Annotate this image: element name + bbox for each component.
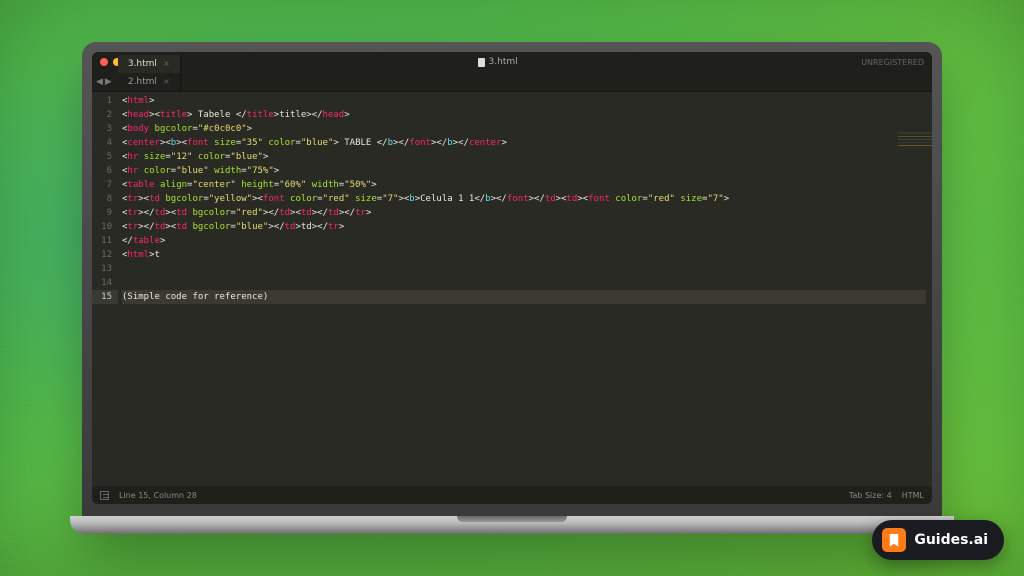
editor-screen: 3.html UNREGISTERED ◀ ▶ 3.html×2.html×1.… <box>92 52 932 504</box>
code-line[interactable]: </table> <box>122 234 926 248</box>
unregistered-badge: UNREGISTERED <box>861 58 924 67</box>
tab-nav: ◀ ▶ <box>96 77 112 87</box>
code-line[interactable]: <tr></td><td bgcolor="red"></td><td></td… <box>122 206 926 220</box>
nav-back-icon[interactable]: ◀ <box>96 77 103 87</box>
bookmark-icon <box>882 528 906 552</box>
code-line[interactable] <box>122 276 926 290</box>
code-line[interactable]: <head><title> Tabele </title>title></hea… <box>122 108 926 122</box>
language-mode[interactable]: HTML <box>902 491 924 500</box>
close-tab-icon[interactable]: × <box>163 59 170 68</box>
tab-label: 2.html <box>128 77 157 87</box>
editor-area[interactable]: 123456789101112131415 <html><head><title… <box>92 92 932 486</box>
code-line[interactable] <box>122 262 926 276</box>
status-bar: Line 15, Column 28 Tab Size: 4 HTML <box>92 486 932 504</box>
panel-icon[interactable] <box>100 491 109 500</box>
brand-badge[interactable]: Guides.ai <box>872 520 1004 560</box>
tab-label: 3.html <box>128 59 157 69</box>
cursor-position[interactable]: Line 15, Column 28 <box>119 491 197 500</box>
close-icon[interactable] <box>100 58 108 66</box>
code-line[interactable]: <body bgcolor="#c0c0c0"> <box>122 122 926 136</box>
code-line[interactable]: <hr size="12" color="blue"> <box>122 150 926 164</box>
code-line[interactable]: <tr></td><td bgcolor="blue"></td>td></tr… <box>122 220 926 234</box>
brand-label: Guides.ai <box>914 533 988 547</box>
close-tab-icon[interactable]: × <box>163 77 170 86</box>
code-line[interactable]: <tr><td bgcolor="yellow"><font color="re… <box>122 192 926 206</box>
code-line[interactable]: <center><b><font size="35" color="blue">… <box>122 136 926 150</box>
laptop-base <box>70 516 954 534</box>
screen-bezel: 3.html UNREGISTERED ◀ ▶ 3.html×2.html×1.… <box>82 42 942 516</box>
code-line[interactable]: (Simple code for reference) <box>122 290 926 304</box>
window-title: 3.html <box>140 57 855 67</box>
title-text: 3.html <box>489 57 518 67</box>
code-line[interactable]: <hr color="blue" width="75%"> <box>122 164 926 178</box>
window-titlebar: 3.html UNREGISTERED <box>92 52 932 72</box>
line-gutter: 123456789101112131415 <box>92 92 118 486</box>
file-icon <box>478 58 485 67</box>
code-line[interactable]: <html>t <box>122 248 926 262</box>
nav-fwd-icon[interactable]: ▶ <box>105 77 112 87</box>
minimap[interactable] <box>898 132 932 192</box>
code-line[interactable]: <table align="center" height="60%" width… <box>122 178 926 192</box>
code-content[interactable]: <html><head><title> Tabele </title>title… <box>118 92 932 486</box>
tab-2-html[interactable]: 2.html × <box>118 73 181 91</box>
tab-size[interactable]: Tab Size: 4 <box>849 491 892 500</box>
tab-bar: ◀ ▶ 3.html×2.html×1.html× <box>92 72 932 92</box>
laptop-mockup: 3.html UNREGISTERED ◀ ▶ 3.html×2.html×1.… <box>82 42 942 534</box>
tab-3-html[interactable]: 3.html × <box>118 55 181 73</box>
code-line[interactable]: <html> <box>122 94 926 108</box>
